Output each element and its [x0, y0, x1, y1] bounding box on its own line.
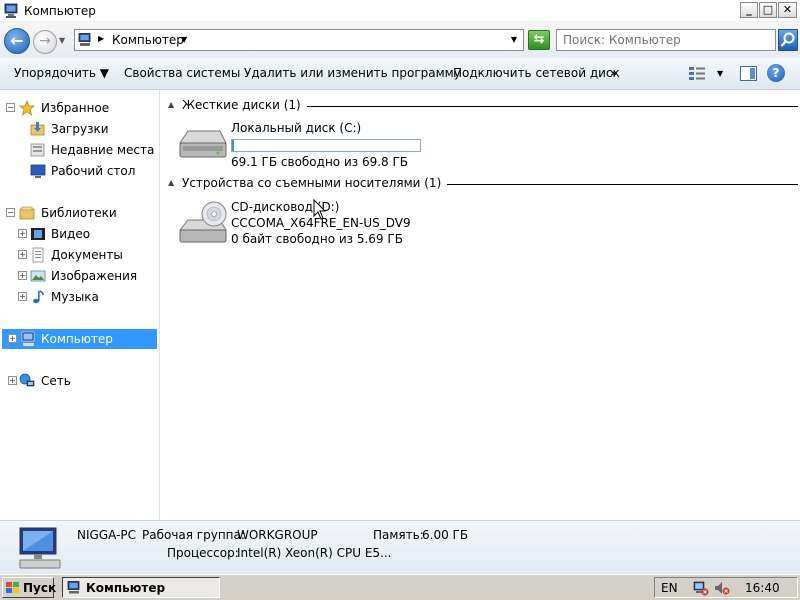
expand-toggle[interactable]: + [18, 250, 27, 259]
nav-documents[interactable]: + Документы [18, 245, 156, 265]
nav-downloads[interactable]: Загрузки [30, 119, 156, 139]
nav-desktop[interactable]: Рабочий стол [30, 161, 156, 181]
search-icon [780, 32, 795, 47]
computer-icon [19, 527, 61, 569]
memory-label: Память: [373, 528, 424, 542]
nav-favorites[interactable]: − Избранное [6, 98, 156, 118]
map-network-drive-button[interactable]: Подключить сетевой диск [453, 66, 620, 80]
maximize-button[interactable]: □ [759, 2, 777, 18]
back-button[interactable]: ← [4, 28, 30, 54]
drive-name: Локальный диск (C:) [231, 121, 362, 135]
nav-music[interactable]: + Музыка [18, 287, 156, 307]
title-bar: Компьютер _ □ ✕ [0, 0, 800, 22]
hard-drive-icon [179, 130, 227, 158]
pictures-icon [30, 270, 46, 282]
views-icon[interactable] [689, 67, 705, 81]
group-title-removable: Устройства со съемными носителями (1) [182, 176, 448, 190]
group-title-hard-disks: Жесткие диски (1) [182, 98, 307, 112]
computer-icon [21, 331, 35, 346]
command-bar: Упорядочить ▼ Свойства системы Удалить и… [0, 58, 800, 90]
nav-recent-places[interactable]: Недавние места [30, 140, 156, 160]
disk-usage-bar [231, 139, 421, 152]
nav-video[interactable]: + Видео [18, 224, 156, 244]
network-icon [19, 373, 35, 387]
history-dropdown-icon[interactable]: ▼ [59, 36, 65, 45]
workgroup-label: Рабочая группа: [142, 528, 245, 542]
drive-free-space: 69.1 ГБ свободно из 69.8 ГБ [231, 155, 409, 169]
cpu-label: Процессор: [167, 546, 239, 560]
expand-toggle[interactable]: + [18, 271, 27, 280]
pc-name: NIGGA-PC [77, 528, 137, 542]
help-icon[interactable]: ? [767, 64, 785, 82]
collapse-toggle[interactable]: − [6, 103, 15, 112]
minimize-button[interactable]: _ [740, 2, 758, 18]
desktop-icon [30, 164, 46, 178]
computer-icon [67, 581, 80, 594]
address-field[interactable]: ▶ Компьютер ▼ ▼ [74, 29, 524, 51]
address-bar-strip: ← → ▼ ▶ Компьютер ▼ ▼ ⇆ [0, 22, 800, 58]
views-dropdown-icon[interactable]: ▼ [717, 69, 723, 78]
more-commands-button[interactable]: » [610, 66, 618, 80]
recent-places-icon [30, 143, 45, 157]
nav-libraries[interactable]: − Библиотеки [6, 203, 156, 223]
group-collapse-icon[interactable]: ▲ [168, 178, 174, 187]
preview-pane-icon[interactable] [740, 66, 757, 81]
downloads-folder-icon [30, 122, 45, 136]
workgroup-value: WORKGROUP [237, 528, 318, 542]
search-field[interactable] [556, 29, 776, 51]
video-icon [31, 228, 45, 240]
expand-toggle[interactable]: + [18, 292, 27, 301]
uninstall-program-button[interactable]: Удалить или изменить программу [244, 66, 461, 80]
clock[interactable]: 16:40 [745, 581, 780, 595]
system-properties-button[interactable]: Свойства системы [124, 66, 240, 80]
breadcrumb-dropdown-icon[interactable]: ▼ [181, 35, 187, 44]
start-button[interactable]: Пуск [2, 577, 56, 598]
organize-button[interactable]: Упорядочить ▼ [14, 66, 109, 80]
group-header-hard-disks[interactable]: ▲ Жесткие диски (1) [162, 97, 798, 115]
drive-local-c[interactable]: Локальный диск (C:) 69.1 ГБ свободно из … [176, 121, 456, 171]
navigation-pane: − Избранное Загрузки Недавние места Рабо… [0, 90, 160, 520]
expand-toggle[interactable]: + [18, 229, 27, 238]
breadcrumb-computer[interactable]: Компьютер [112, 33, 184, 47]
search-button[interactable] [778, 29, 798, 51]
disk-usage-fill [232, 140, 234, 151]
nav-network[interactable]: + Сеть [8, 371, 156, 391]
details-pane: NIGGA-PC Рабочая группа: WORKGROUP Памят… [0, 520, 800, 574]
documents-icon [32, 247, 44, 263]
group-collapse-icon[interactable]: ▲ [168, 100, 174, 109]
volume-muted-icon[interactable] [713, 580, 731, 596]
music-icon [33, 290, 44, 304]
address-dropdown-icon[interactable]: ▼ [511, 35, 517, 44]
collapse-toggle[interactable]: − [6, 208, 15, 217]
group-header-removable[interactable]: ▲ Устройства со съемными носителями (1) [162, 175, 798, 193]
libraries-icon [19, 206, 35, 220]
window-title: Компьютер [24, 4, 96, 18]
content-area: ▲ Жесткие диски (1) Локальный диск (C:) … [162, 90, 800, 520]
star-icon [19, 100, 35, 116]
computer-icon [4, 3, 18, 18]
cpu-value: Intel(R) Xeon(R) CPU E5... [237, 546, 392, 560]
language-indicator[interactable]: EN [661, 581, 678, 595]
breadcrumb-arrow-icon[interactable]: ▶ [98, 34, 104, 43]
expand-toggle[interactable]: + [8, 376, 17, 385]
refresh-button[interactable]: ⇆ [528, 30, 550, 50]
forward-button[interactable]: → [33, 30, 57, 54]
taskbar: Пуск Компьютер EN 16:40 [0, 574, 800, 600]
memory-value: 6.00 ГБ [422, 528, 469, 542]
computer-icon [78, 33, 91, 46]
network-status-icon[interactable] [693, 580, 709, 596]
nav-computer[interactable]: + Компьютер [2, 329, 157, 349]
mouse-cursor-icon [313, 199, 327, 220]
close-button[interactable]: ✕ [778, 2, 797, 18]
nav-pictures[interactable]: + Изображения [18, 266, 156, 286]
taskbar-window-computer[interactable]: Компьютер [62, 577, 220, 598]
windows-logo-icon [6, 582, 19, 593]
search-input[interactable] [557, 30, 775, 50]
expand-toggle[interactable]: + [8, 334, 17, 343]
drive-free-space: 0 байт свободно из 5.69 ГБ [231, 232, 403, 246]
system-tray: EN 16:40 [654, 577, 798, 598]
cd-drive-icon [178, 201, 227, 243]
